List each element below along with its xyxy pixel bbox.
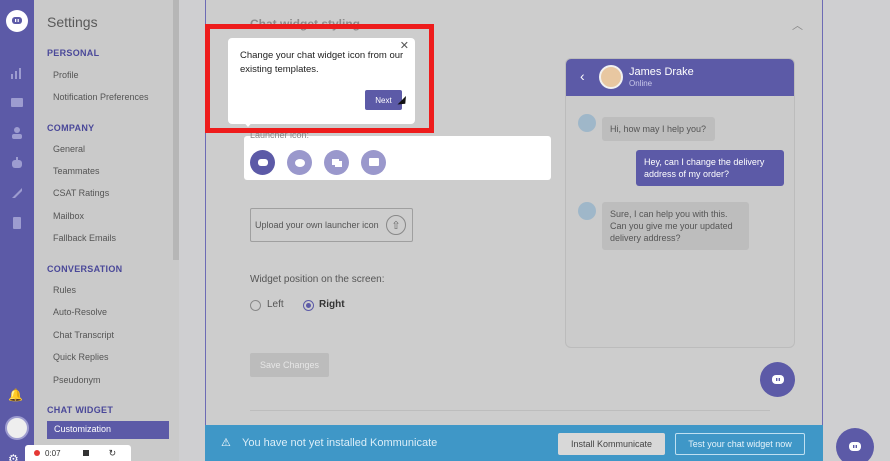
section-conversation: CONVERSATION (47, 264, 123, 274)
agent-name: James Drake (629, 66, 694, 78)
test-widget-button[interactable]: Test your chat widget now (675, 433, 805, 455)
conversations-icon[interactable] (9, 95, 25, 111)
sidebar-item-profile[interactable]: Profile (53, 70, 79, 80)
upload-icon: ⇧ (386, 215, 406, 235)
warning-icon: ⚠ (221, 437, 231, 449)
sidebar-title: Settings (47, 14, 98, 30)
integrations-icon[interactable] (9, 185, 25, 201)
message-bubble: Hi, how may I help you? (602, 117, 715, 141)
banner-message: You have not yet installed Kommunicate (242, 437, 438, 449)
tour-tooltip: Change your chat widget icon from our ex… (228, 38, 415, 124)
section-chat-widget: CHAT WIDGET (47, 405, 114, 415)
launcher-option-2[interactable] (287, 150, 312, 175)
install-button[interactable]: Install Kommunicate (558, 433, 665, 455)
sidebar-item-teammates[interactable]: Teammates (53, 166, 100, 176)
stop-icon[interactable] (82, 450, 89, 456)
launcher-option-4[interactable] (361, 150, 386, 175)
close-icon[interactable]: ✕ (400, 39, 409, 52)
settings-sidebar: Settings PERSONAL Profile Notification P… (34, 0, 179, 461)
back-icon[interactable]: ‹ (580, 68, 585, 84)
tooltip-text: Change your chat widget icon from our ex… (240, 50, 404, 75)
launcher-option-3[interactable] (324, 150, 349, 175)
sidebar-item-auto-resolve[interactable]: Auto-Resolve (53, 307, 107, 317)
recorder-time: 0:07 (45, 448, 61, 458)
sidebar-item-chat-transcript[interactable]: Chat Transcript (53, 330, 114, 340)
sidebar-item-pseudonym[interactable]: Pseudonym (53, 375, 101, 385)
restart-icon[interactable]: ↻ (109, 448, 117, 459)
icon-rail: 🔔 ⚙ (0, 0, 34, 461)
reports-icon[interactable] (9, 65, 25, 81)
chat-launcher[interactable] (836, 428, 874, 461)
section-company: COMPANY (47, 123, 95, 133)
sidebar-item-csat-ratings[interactable]: CSAT Ratings (53, 188, 109, 198)
docs-icon[interactable] (9, 215, 25, 231)
bell-icon[interactable]: 🔔 (8, 388, 23, 402)
save-changes-button[interactable]: Save Changes (250, 353, 329, 377)
sidebar-item-mailbox[interactable]: Mailbox (53, 211, 84, 221)
sidebar-scrollbar[interactable] (173, 0, 179, 260)
message-bubble: Sure, I can help you with this. Can you … (602, 202, 749, 250)
recorder-bar: 0:07 ↻ (25, 445, 131, 461)
radio-right[interactable] (303, 300, 314, 311)
users-icon[interactable] (9, 125, 25, 141)
sidebar-item-notification-preferences[interactable]: Notification Preferences (53, 92, 149, 102)
record-icon (34, 450, 40, 456)
sidebar-item-fallback-emails[interactable]: Fallback Emails (53, 233, 116, 243)
launcher-option-1[interactable] (250, 150, 275, 175)
radio-left[interactable] (250, 300, 261, 311)
agent-avatar (578, 114, 596, 132)
chat-header: ‹ James Drake Online (566, 59, 794, 96)
upload-launcher-button[interactable]: Upload your own launcher icon ⇧ (250, 208, 413, 242)
tooltip-pointer (242, 120, 254, 127)
chevron-up-icon[interactable]: ︿ (792, 17, 803, 33)
section-personal: PERSONAL (47, 48, 100, 58)
position-label: Widget position on the screen: (250, 274, 385, 285)
logo-icon[interactable] (6, 10, 28, 32)
chat-preview: ‹ James Drake Online Hi, how may I help … (565, 58, 795, 348)
radio-right-label[interactable]: Right (319, 299, 345, 310)
sidebar-item-quick-replies[interactable]: Quick Replies (53, 352, 109, 362)
avatar[interactable] (5, 416, 29, 440)
agent-avatar (599, 65, 623, 89)
radio-left-label[interactable]: Left (267, 299, 284, 310)
gear-icon[interactable]: ⚙ (8, 452, 19, 461)
next-button[interactable]: Next (365, 90, 402, 110)
install-banner: ⚠ You have not yet installed Kommunicate… (205, 425, 823, 461)
sidebar-item-customization[interactable]: Customization (47, 421, 169, 439)
agent-avatar (578, 202, 596, 220)
bot-icon[interactable] (9, 155, 25, 171)
upload-label: Upload your own launcher icon (255, 220, 379, 230)
agent-status: Online (629, 79, 653, 88)
sidebar-item-general[interactable]: General (53, 144, 85, 154)
sidebar-item-rules[interactable]: Rules (53, 285, 76, 295)
divider (250, 410, 770, 411)
message-bubble: Hey, can I change the delivery address o… (636, 150, 784, 186)
widget-launcher-preview[interactable] (760, 362, 795, 397)
